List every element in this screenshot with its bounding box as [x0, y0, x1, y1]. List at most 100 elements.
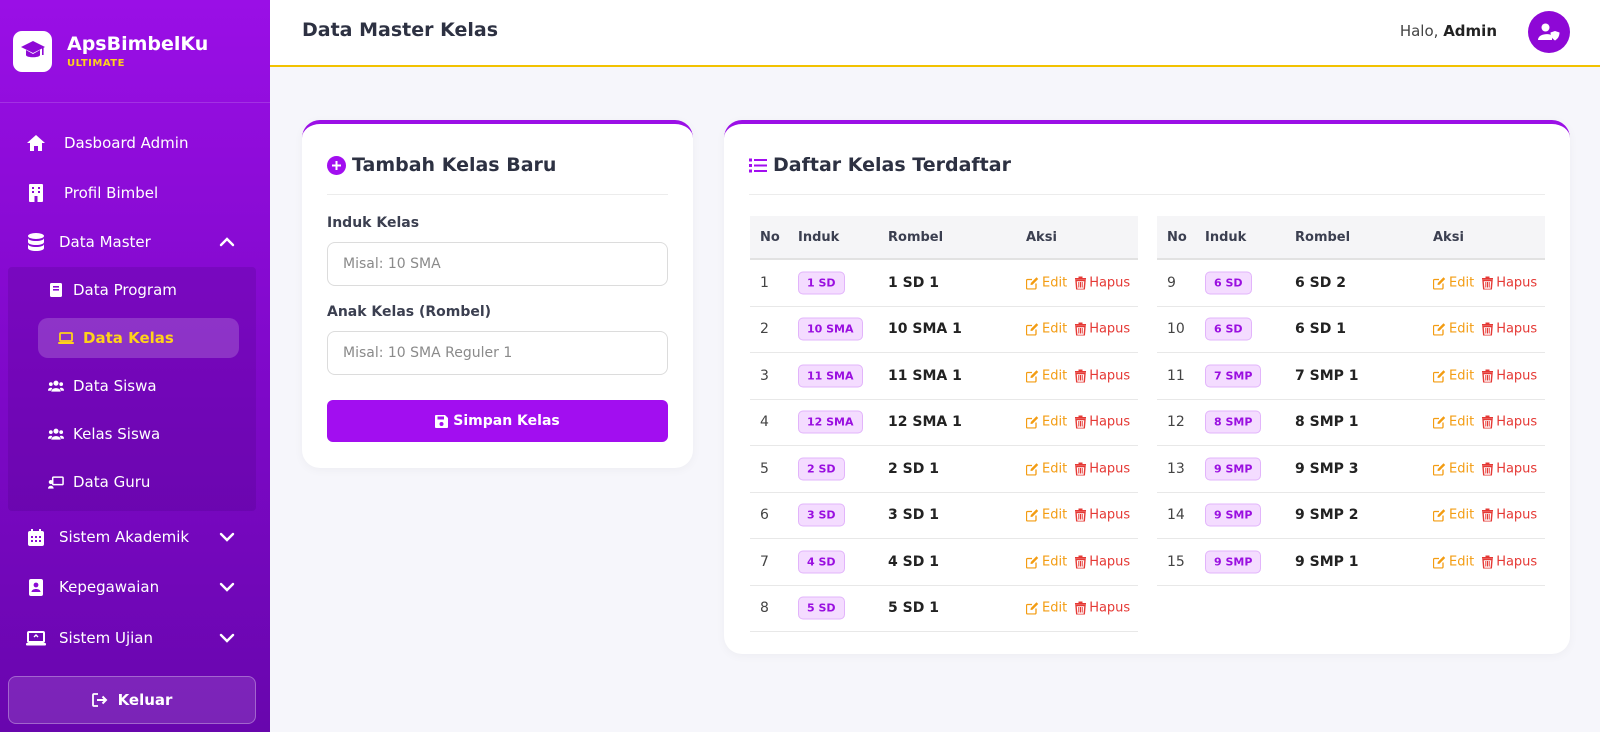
table-row: 1 1 SD 1 SD 1 Edit Hapus [750, 260, 1138, 307]
table-row: 3 11 SMA 11 SMA 1 Edit Hapus [750, 353, 1138, 400]
avatar[interactable] [1528, 11, 1570, 53]
induk-badge: 8 SMP [1205, 410, 1262, 434]
brand[interactable]: ApsBimbelKu ULTIMATE [0, 0, 270, 103]
rombel-label: Anak Kelas (Rombel) [327, 304, 492, 320]
row-number: 7 [760, 553, 769, 570]
delete-button[interactable]: Hapus [1482, 322, 1537, 337]
save-class-button[interactable]: Simpan Kelas [327, 400, 668, 442]
edit-button[interactable]: Edit [1026, 554, 1067, 569]
chevron-down-icon[interactable] [218, 528, 236, 546]
action-cell: Edit Hapus [1433, 461, 1537, 476]
induk-cell: 6 SD [1205, 271, 1252, 295]
edit-button[interactable]: Edit [1433, 322, 1474, 337]
sidebar-item-data-siswa[interactable]: Data Siswa [28, 366, 238, 406]
delete-button[interactable]: Hapus [1075, 415, 1130, 430]
delete-button[interactable]: Hapus [1482, 415, 1537, 430]
action-cell: Edit Hapus [1026, 415, 1130, 430]
logout-button[interactable]: Keluar [8, 676, 256, 724]
delete-button[interactable]: Hapus [1482, 508, 1537, 523]
edit-button[interactable]: Edit [1026, 368, 1067, 383]
delete-button[interactable]: Hapus [1075, 461, 1130, 476]
delete-button[interactable]: Hapus [1075, 275, 1130, 290]
edit-button[interactable]: Edit [1433, 508, 1474, 523]
action-cell: Edit Hapus [1026, 322, 1130, 337]
induk-badge: 3 SD [798, 503, 845, 527]
edit-button[interactable]: Edit [1433, 415, 1474, 430]
table-body: 1 1 SD 1 SD 1 Edit Hapus 2 10 SMA 10 SMA… [750, 260, 1138, 632]
edit-button[interactable]: Edit [1433, 275, 1474, 290]
row-number: 14 [1167, 507, 1185, 524]
delete-button[interactable]: Hapus [1482, 554, 1537, 569]
induk-badge: 9 SMP [1205, 457, 1262, 481]
chevron-up-icon[interactable] [218, 233, 236, 251]
edit-button[interactable]: Edit [1026, 275, 1067, 290]
home-icon [25, 132, 47, 154]
induk-kelas-input[interactable] [327, 242, 668, 286]
table-row: 14 9 SMP 9 SMP 2 Edit Hapus [1157, 493, 1545, 539]
edit-icon [1026, 556, 1039, 569]
delete-button[interactable]: Hapus [1075, 322, 1130, 337]
sidebar-item-data-guru[interactable]: Data Guru [28, 462, 238, 502]
delete-button[interactable]: Hapus [1482, 275, 1537, 290]
rombel-cell: 12 SMA 1 [888, 414, 962, 431]
chevron-down-icon[interactable] [218, 629, 236, 647]
edit-button[interactable]: Edit [1026, 601, 1067, 616]
edit-button[interactable]: Edit [1433, 368, 1474, 383]
table-row: 13 9 SMP 9 SMP 3 Edit Hapus [1157, 446, 1545, 493]
induk-cell: 9 SMP [1205, 457, 1262, 481]
table-row: 9 6 SD 6 SD 2 Edit Hapus [1157, 260, 1545, 307]
induk-kelas-label: Induk Kelas [327, 215, 420, 231]
table-row: 8 5 SD 5 SD 1 Edit Hapus [750, 586, 1138, 632]
edit-button[interactable]: Edit [1433, 461, 1474, 476]
list-icon [749, 158, 767, 172]
building-icon [25, 182, 47, 204]
rombel-input[interactable] [327, 331, 668, 375]
sidebar-item-kepegawaian[interactable]: Kepegawaian [0, 567, 270, 607]
sidebar-item-data-master[interactable]: Data Master [0, 222, 270, 262]
sidebar: ApsBimbelKu ULTIMATE Dasboard Admin Prof… [0, 0, 270, 732]
divider [749, 194, 1545, 195]
rombel-cell: 9 SMP 1 [1295, 553, 1359, 570]
sidebar-item-data-kelas[interactable]: Data Kelas [38, 318, 239, 358]
induk-cell: 2 SD [798, 457, 845, 481]
row-number: 6 [760, 507, 769, 524]
delete-button[interactable]: Hapus [1075, 508, 1130, 523]
edit-button[interactable]: Edit [1026, 322, 1067, 337]
edit-button[interactable]: Edit [1433, 554, 1474, 569]
trash-icon [1075, 601, 1087, 615]
delete-button[interactable]: Hapus [1482, 461, 1537, 476]
induk-badge: 1 SD [798, 271, 845, 295]
sidebar-item-profil-bimbel[interactable]: Profil Bimbel [0, 173, 270, 213]
sidebar-item-kelas-siswa[interactable]: Kelas Siswa [28, 414, 238, 454]
induk-cell: 1 SD [798, 271, 845, 295]
induk-cell: 12 SMA [798, 410, 863, 434]
table-row: 2 10 SMA 10 SMA 1 Edit Hapus [750, 307, 1138, 353]
delete-button[interactable]: Hapus [1482, 368, 1537, 383]
add-class-card: Tambah Kelas Baru Induk Kelas Anak Kelas… [302, 120, 693, 468]
edit-button[interactable]: Edit [1026, 508, 1067, 523]
sidebar-item-data-program[interactable]: Data Program [28, 270, 238, 310]
plus-circle-icon [327, 155, 346, 175]
graduation-cap-icon [13, 30, 52, 72]
chevron-down-icon[interactable] [218, 578, 236, 596]
trash-icon [1482, 415, 1494, 429]
delete-button[interactable]: Hapus [1075, 601, 1130, 616]
book-icon [48, 282, 64, 298]
rombel-cell: 1 SD 1 [888, 274, 939, 291]
row-number: 4 [760, 414, 769, 431]
induk-cell: 9 SMP [1205, 503, 1262, 527]
delete-button[interactable]: Hapus [1075, 554, 1130, 569]
induk-badge: 4 SD [798, 550, 845, 574]
edit-icon [1026, 416, 1039, 429]
table-row: 15 9 SMP 9 SMP 1 Edit Hapus [1157, 539, 1545, 586]
user-greeting: Halo, Admin [1399, 22, 1497, 40]
sidebar-item-dashboard[interactable]: Dasboard Admin [0, 123, 270, 163]
edit-button[interactable]: Edit [1026, 461, 1067, 476]
table-header: No Induk Rombel Aksi [1157, 216, 1545, 260]
trash-icon [1075, 555, 1087, 569]
sidebar-item-sistem-akademik[interactable]: Sistem Akademik [0, 517, 270, 557]
sidebar-item-sistem-ujian[interactable]: Sistem Ujian [0, 618, 270, 658]
edit-button[interactable]: Edit [1026, 415, 1067, 430]
trash-icon [1482, 508, 1494, 522]
delete-button[interactable]: Hapus [1075, 368, 1130, 383]
